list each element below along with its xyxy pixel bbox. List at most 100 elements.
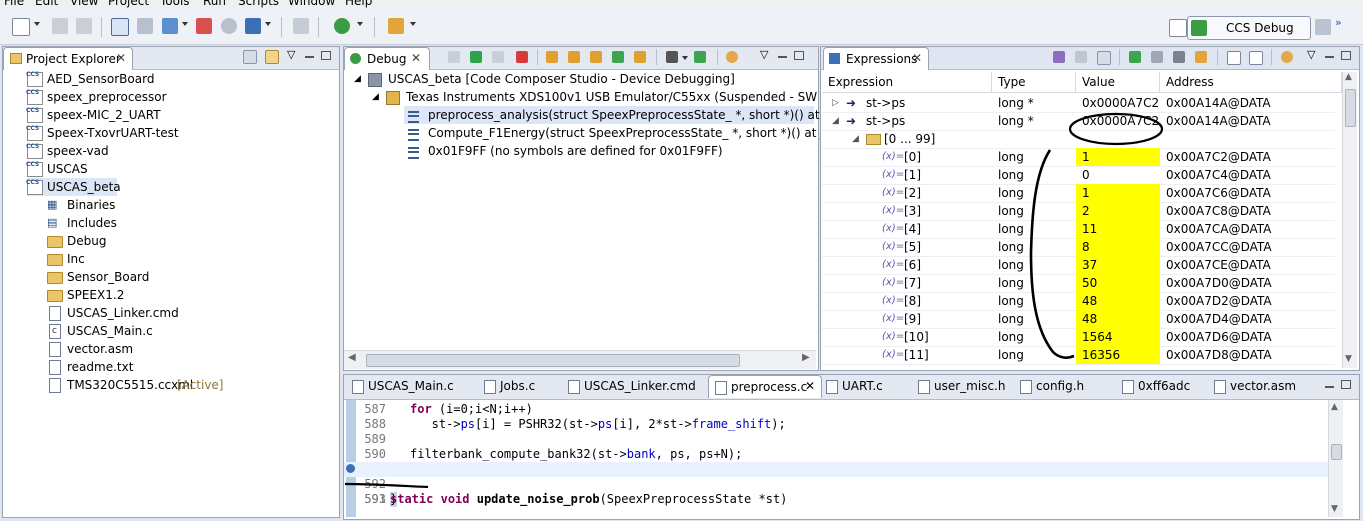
menu-scripts[interactable]: Scripts	[238, 0, 279, 8]
menu-view[interactable]: View	[70, 0, 98, 8]
suspend-icon[interactable]	[492, 51, 504, 63]
link-editor-icon[interactable]	[265, 50, 279, 64]
scroll-up-icon[interactable]: ▲	[1331, 402, 1338, 412]
menu-edit[interactable]: Edit	[35, 0, 58, 8]
menu-window[interactable]: Window	[288, 0, 335, 8]
chevron-down-icon[interactable]	[410, 22, 416, 26]
code-line[interactable]: 590 filterbank_compute_bank32(st->bank, p…	[344, 447, 1329, 462]
step-return-icon[interactable]	[590, 51, 602, 63]
current-line[interactable]: 591}	[344, 462, 1329, 507]
tab-config[interactable]: config.h	[1014, 375, 1116, 397]
expand-arrow-icon[interactable]: ◢	[354, 70, 361, 88]
new-icon[interactable]	[12, 18, 30, 36]
tab-jobs[interactable]: Jobs.c	[478, 375, 562, 397]
session-label: USCAS_beta [Code Composer Studio - Devic…	[388, 72, 735, 86]
breakpoint-icon[interactable]	[196, 18, 212, 34]
code-line[interactable]: 592	[344, 477, 1329, 492]
folder-icon	[47, 236, 63, 248]
code-line[interactable]: 593 static void update_noise_prob(SpeexPr…	[344, 492, 1329, 507]
chevron-down-icon[interactable]	[182, 22, 188, 26]
menu-bar: File Edit View Project Tools Run Scripts…	[0, 0, 1363, 8]
close-icon[interactable]: ✕	[805, 379, 815, 393]
tab-label: Jobs.c	[500, 379, 536, 393]
tree-item-project-selected[interactable]: USCAS_beta	[26, 174, 121, 196]
expand-arrow-icon[interactable]: ◢	[372, 88, 379, 106]
restart-icon[interactable]	[694, 51, 706, 63]
build-icon[interactable]	[137, 18, 153, 34]
tab-label: preprocess.c	[731, 380, 808, 394]
minimize-icon[interactable]	[778, 56, 787, 58]
scroll-down-icon[interactable]: ▼	[1331, 504, 1338, 514]
resume-icon[interactable]	[470, 51, 482, 63]
tab-label: Project Explorer	[26, 52, 121, 66]
horizontal-scrollbar[interactable]: ◀ ▶	[344, 350, 816, 369]
vertical-scrollbar[interactable]: ▲ ▼	[1328, 400, 1343, 517]
scroll-thumb[interactable]	[1331, 444, 1342, 460]
tab-vector[interactable]: vector.asm	[1208, 375, 1308, 397]
brace-annotation	[1029, 149, 1075, 359]
scroll-right-icon[interactable]: ▶	[802, 352, 810, 363]
folder-icon	[47, 254, 63, 266]
step-into-icon[interactable]	[546, 51, 558, 63]
chevron-down-icon[interactable]	[682, 56, 688, 60]
refresh-icon[interactable]	[726, 51, 738, 63]
close-icon[interactable]: ✕	[411, 51, 421, 65]
maximize-icon[interactable]	[1341, 380, 1351, 389]
minimize-icon[interactable]	[1325, 386, 1334, 388]
step-over-icon[interactable]	[568, 51, 580, 63]
target-config-icon	[49, 378, 61, 393]
code-line[interactable]: 588 st->ps[i] = PSHR32(st->ps[i], 2*st->…	[344, 417, 1329, 432]
tab-uscas-main[interactable]: USCAS_Main.c	[346, 375, 478, 397]
menu-run[interactable]: Run	[203, 0, 226, 8]
terminate-icon[interactable]	[516, 51, 528, 63]
chevron-down-icon[interactable]	[265, 22, 271, 26]
tab-linker[interactable]: USCAS_Linker.cmd	[562, 375, 708, 397]
tab-user-misc[interactable]: user_misc.h	[912, 375, 1014, 397]
assembly-step-icon[interactable]	[612, 51, 624, 63]
save-all-icon[interactable]	[76, 18, 92, 34]
code-area[interactable]: 587 for (i=0;i<N;i++) 588 st->ps[i] = PSH…	[344, 400, 1344, 517]
scroll-left-icon[interactable]: ◀	[348, 352, 356, 363]
tab-debug[interactable]: Debug ✕	[344, 47, 430, 70]
close-icon[interactable]: ✕	[116, 51, 126, 65]
ccs-edit-perspective-icon[interactable]	[1315, 19, 1331, 35]
menu-help[interactable]: Help	[345, 0, 372, 8]
chevron-down-icon[interactable]	[34, 22, 40, 26]
remove-terminated-icon[interactable]	[448, 51, 460, 63]
load-icon[interactable]	[162, 18, 178, 34]
chevron-down-icon[interactable]	[357, 22, 363, 26]
minimize-icon[interactable]	[305, 56, 314, 58]
stack-frame-icon	[408, 111, 419, 123]
view-menu-icon[interactable]: ▽	[287, 48, 295, 61]
menu-file[interactable]: File	[4, 0, 24, 8]
menu-project[interactable]: Project	[108, 0, 149, 8]
menu-tools[interactable]: Tools	[160, 0, 190, 8]
view-menu-icon[interactable]: ▽	[760, 48, 768, 61]
tab-project-explorer[interactable]: Project Explorer ✕	[3, 47, 133, 70]
ccs-debug-perspective-button[interactable]: CCS Debug	[1187, 16, 1311, 40]
stack-frame-icon	[408, 129, 419, 141]
stack-frame-selected[interactable]: preprocess_analysis(struct SpeexPreproce…	[404, 106, 883, 124]
tab-preprocess-active[interactable]: preprocess.c ✕	[708, 375, 822, 398]
scroll-thumb[interactable]	[366, 354, 740, 367]
terminal-icon[interactable]	[293, 18, 309, 34]
code-line[interactable]: 589	[344, 432, 1329, 447]
debug-mode-icon[interactable]	[111, 18, 129, 36]
maximize-icon[interactable]	[794, 51, 804, 60]
maximize-icon[interactable]	[321, 51, 331, 60]
save-icon[interactable]	[52, 18, 68, 34]
tab-address[interactable]: 0xff6adc	[1116, 375, 1208, 397]
run-to-line-icon[interactable]	[634, 51, 646, 63]
tab-uart[interactable]: UART.c	[820, 375, 912, 397]
main-toolbar: CCS Debug »	[0, 8, 1363, 45]
collapse-all-icon[interactable]	[243, 50, 257, 64]
step-icon[interactable]	[245, 18, 261, 34]
open-perspective-icon[interactable]	[1169, 19, 1187, 37]
debug-run-icon[interactable]	[334, 18, 350, 34]
project-explorer-icon	[10, 53, 22, 64]
skip-icon[interactable]	[221, 18, 237, 34]
external-tools-icon[interactable]	[388, 18, 404, 34]
more-perspectives-icon[interactable]: »	[1335, 16, 1342, 29]
reset-icon[interactable]	[666, 51, 678, 63]
code-line[interactable]: 587 for (i=0;i<N;i++)	[344, 402, 1329, 417]
